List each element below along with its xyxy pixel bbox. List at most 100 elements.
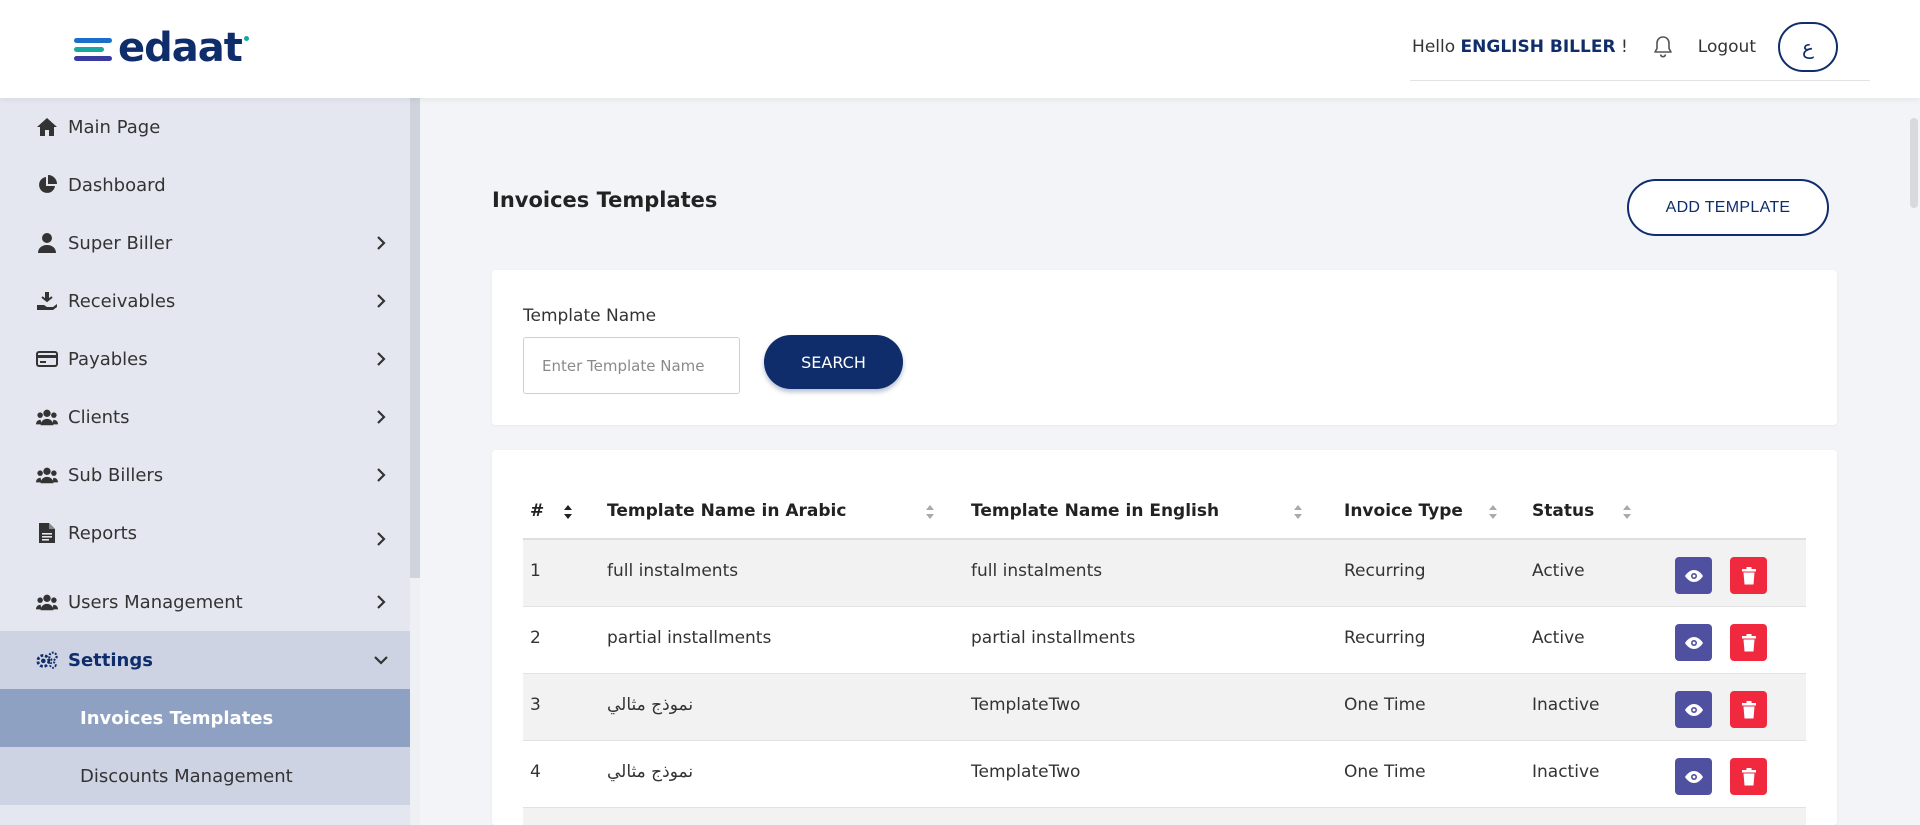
greeting: Hello ENGLISH BILLER !	[1412, 37, 1628, 57]
column-header-name-arabic[interactable]: Template Name in Arabic	[607, 482, 846, 540]
add-template-button[interactable]: ADD TEMPLATE	[1627, 179, 1829, 236]
cell-name-arabic: full instalments	[607, 560, 739, 581]
sidebar-item-users-management[interactable]: Users Management	[0, 573, 410, 631]
column-header-status[interactable]: Status	[1532, 482, 1594, 540]
sort-icon[interactable]	[563, 504, 573, 520]
sidebar-item-super-biller[interactable]: Super Biller	[0, 214, 410, 272]
sidebar-subitem-discounts-management[interactable]: Discounts Management	[0, 747, 410, 805]
cell-name-english: TemplateTwo	[971, 761, 1081, 782]
edaat-logo[interactable]: edaat	[74, 28, 249, 68]
cell-invoice-type: One Time	[1344, 761, 1426, 782]
sidebar-item-payables[interactable]: Payables	[0, 330, 410, 388]
eye-icon	[1684, 770, 1703, 783]
sidebar-item-settings[interactable]: Settings	[0, 631, 410, 689]
delete-button[interactable]	[1730, 624, 1767, 661]
cell-number: 3	[530, 694, 541, 715]
sidebar-subitem-invoices-templates[interactable]: Invoices Templates	[0, 689, 410, 747]
table-row: 4 نموذج مثالي TemplateTwo One Time Inact…	[523, 741, 1806, 808]
chevron-right-icon	[377, 595, 386, 609]
column-header-number[interactable]: #	[530, 482, 544, 540]
user-name: ENGLISH BILLER	[1460, 37, 1616, 57]
logo-mark-icon	[74, 33, 114, 63]
sort-icon[interactable]	[925, 504, 935, 520]
cell-status: Inactive	[1532, 761, 1600, 782]
cell-number: 4	[530, 761, 541, 782]
chevron-right-icon	[377, 236, 386, 250]
view-button[interactable]	[1675, 758, 1712, 795]
users-icon	[36, 464, 58, 486]
language-toggle-button[interactable]: ع	[1778, 22, 1838, 72]
sidebar-item-sub-billers[interactable]: Sub Billers	[0, 446, 410, 504]
table-header: # Template Name in Arabic Template Name …	[523, 482, 1806, 540]
sidebar-scrollbar-thumb[interactable]	[410, 98, 420, 578]
eye-icon	[1684, 569, 1703, 582]
search-button[interactable]: SEARCH	[764, 335, 903, 389]
table-row: 3 نموذج مثالي TemplateTwo One Time Inact…	[523, 674, 1806, 741]
users-icon	[36, 591, 58, 613]
trash-icon	[1741, 633, 1756, 651]
page-scrollbar[interactable]	[1908, 98, 1920, 825]
sort-icon[interactable]	[1622, 504, 1632, 520]
cell-status: Inactive	[1532, 694, 1600, 715]
template-name-input[interactable]	[523, 337, 740, 394]
chevron-right-icon	[377, 352, 386, 366]
cell-number: 1	[530, 560, 541, 581]
hand-coin-icon	[36, 290, 58, 312]
gears-icon	[36, 649, 58, 671]
chevron-right-icon	[377, 532, 386, 546]
chevron-right-icon	[377, 468, 386, 482]
cell-name-arabic: نموذج مثالي	[607, 761, 694, 782]
column-header-invoice-type[interactable]: Invoice Type	[1344, 482, 1463, 540]
document-icon	[36, 522, 58, 544]
template-name-label: Template Name	[523, 306, 657, 326]
top-header: edaat Hello ENGLISH BILLER ! Logout ع	[0, 0, 1920, 98]
delete-button[interactable]	[1730, 691, 1767, 728]
table-row: 2 partial installments partial installme…	[523, 607, 1806, 674]
sidebar-item-main-page[interactable]: Main Page	[0, 98, 410, 156]
table-row: 1 full instalments full instalments Recu…	[523, 540, 1806, 607]
delete-button[interactable]	[1730, 557, 1767, 594]
header-user-area: Hello ENGLISH BILLER ! Logout ع	[1412, 22, 1838, 72]
chevron-right-icon	[377, 294, 386, 308]
sort-icon[interactable]	[1488, 504, 1498, 520]
users-icon	[36, 406, 58, 428]
chevron-right-icon	[377, 410, 386, 424]
logout-link[interactable]: Logout	[1698, 37, 1756, 57]
sort-icon[interactable]	[1293, 504, 1303, 520]
trash-icon	[1741, 767, 1756, 785]
user-icon	[36, 232, 58, 254]
cell-name-english: full instalments	[971, 560, 1103, 581]
delete-button[interactable]	[1730, 758, 1767, 795]
chevron-down-icon	[374, 656, 388, 665]
cell-status: Active	[1532, 627, 1585, 648]
page-title: Invoices Templates	[492, 188, 718, 212]
bell-icon[interactable]	[1652, 35, 1674, 59]
trash-icon	[1741, 700, 1756, 718]
cell-invoice-type: Recurring	[1344, 627, 1426, 648]
view-button[interactable]	[1675, 557, 1712, 594]
page-scrollbar-thumb[interactable]	[1910, 118, 1918, 208]
sidebar-scrollbar[interactable]	[410, 98, 420, 825]
sidebar: Main Page Dashboard Super Biller Receiva…	[0, 98, 410, 825]
sidebar-item-dashboard[interactable]: Dashboard	[0, 156, 410, 214]
column-header-name-english[interactable]: Template Name in English	[971, 482, 1219, 540]
templates-table-panel: # Template Name in Arabic Template Name …	[492, 450, 1837, 825]
sidebar-item-receivables[interactable]: Receivables	[0, 272, 410, 330]
cell-name-arabic: partial installments	[607, 627, 772, 648]
sidebar-item-reports[interactable]: Reports	[0, 504, 410, 562]
logo-text: edaat	[118, 25, 243, 71]
cell-invoice-type: One Time	[1344, 694, 1426, 715]
search-panel: Template Name SEARCH	[492, 270, 1837, 425]
cell-invoice-type: Recurring	[1344, 560, 1426, 581]
cell-status: Active	[1532, 560, 1585, 581]
view-button[interactable]	[1675, 624, 1712, 661]
pie-chart-icon	[36, 174, 58, 196]
cell-name-arabic: نموذج مثالي	[607, 694, 694, 715]
header-divider	[1410, 80, 1870, 81]
sidebar-item-clients[interactable]: Clients	[0, 388, 410, 446]
view-button[interactable]	[1675, 691, 1712, 728]
cell-name-english: TemplateTwo	[971, 694, 1081, 715]
trash-icon	[1741, 566, 1756, 584]
table-row-partial	[523, 808, 1806, 825]
eye-icon	[1684, 703, 1703, 716]
